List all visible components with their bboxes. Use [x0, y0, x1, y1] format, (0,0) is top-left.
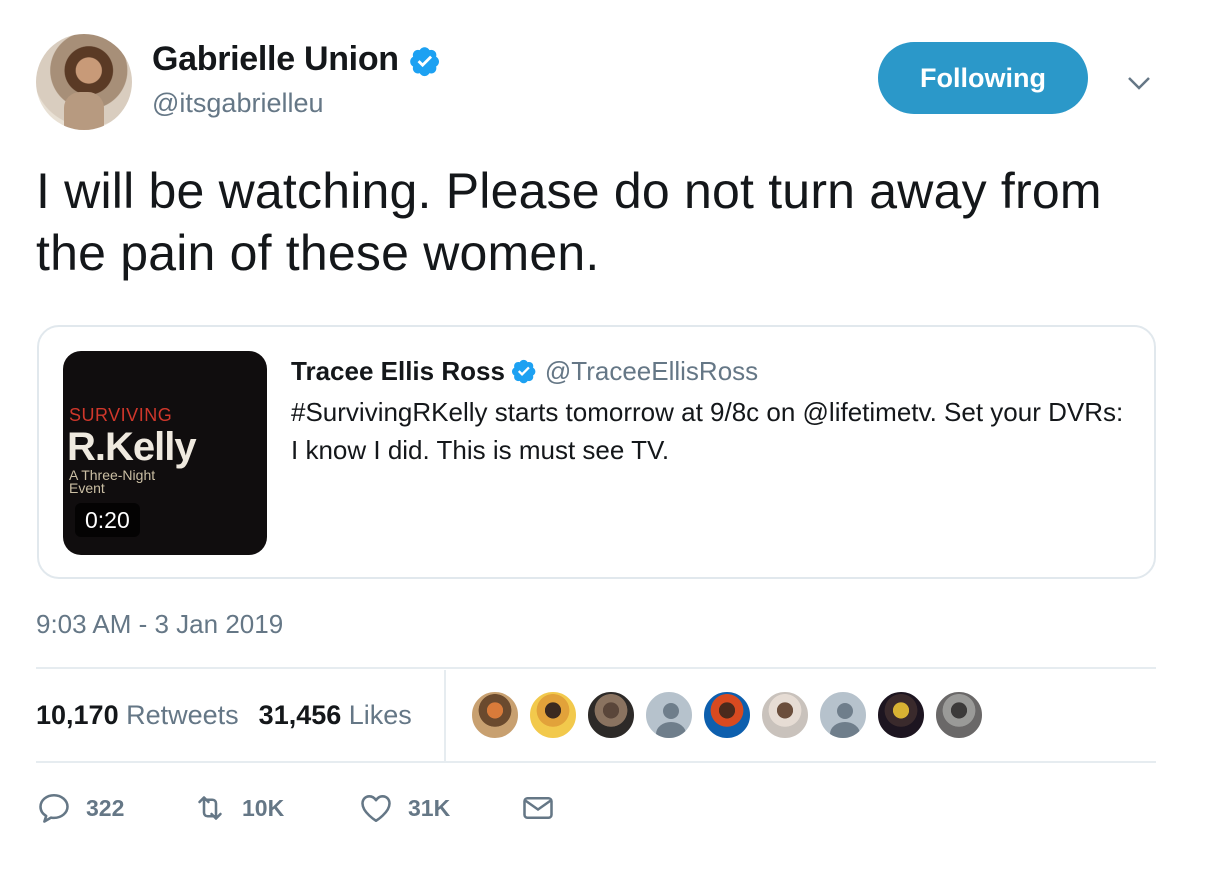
retweet-icon: [198, 796, 222, 820]
verified-badge-icon: [511, 359, 536, 384]
envelope-icon: [523, 796, 553, 820]
liker-avatar[interactable]: [818, 690, 868, 740]
profile-avatar[interactable]: [36, 34, 132, 130]
video-subtitle: A Three-Night Event: [69, 467, 156, 496]
liker-avatar[interactable]: [586, 690, 636, 740]
heart-icon: [361, 795, 391, 823]
quoted-author-row[interactable]: Tracee Ellis Ross @TraceeEllisRoss: [291, 356, 758, 387]
engagement-stats: 10,170 Retweets 31,456 Likes: [36, 700, 412, 731]
divider-top: [36, 667, 1156, 669]
liker-avatar[interactable]: [876, 690, 926, 740]
direct-message-action[interactable]: [520, 790, 556, 826]
liker-avatar[interactable]: [702, 690, 752, 740]
video-duration-badge: 0:20: [75, 503, 140, 537]
quoted-tweet-card[interactable]: SURVIVING R.Kelly A Three-Night Event 0:…: [37, 325, 1156, 579]
like-count: 31K: [408, 794, 451, 821]
tweet-text: I will be watching. Please do not turn a…: [36, 163, 1102, 281]
retweets-label: Retweets: [126, 700, 239, 730]
chevron-down-icon[interactable]: [1124, 68, 1154, 98]
quoted-author-handle[interactable]: @TraceeEllisRoss: [545, 356, 758, 386]
retweet-action[interactable]: 10K: [192, 790, 284, 826]
likers-avatars: [470, 690, 992, 740]
stats-separator: [444, 670, 446, 762]
retweets-stat[interactable]: 10,170 Retweets: [36, 700, 239, 730]
reply-icon: [39, 793, 69, 823]
likes-label: Likes: [348, 700, 412, 730]
following-button[interactable]: Following: [878, 42, 1088, 114]
verified-badge-icon: [409, 47, 439, 77]
liker-avatar[interactable]: [470, 690, 520, 740]
divider-bottom: [36, 761, 1156, 763]
author-display-name[interactable]: Gabrielle Union: [152, 40, 399, 78]
quoted-tweet-text: #SurvivingRKelly starts tomorrow at 9/8c…: [291, 397, 1124, 465]
liker-avatar[interactable]: [528, 690, 578, 740]
liker-avatar[interactable]: [934, 690, 984, 740]
reply-count: 322: [86, 794, 125, 821]
reply-action[interactable]: 322: [36, 790, 124, 826]
video-title-line2: R.Kelly: [67, 425, 197, 469]
like-action[interactable]: 31K: [358, 790, 450, 826]
retweet-count: 10K: [242, 794, 285, 821]
retweets-count: 10,170: [36, 700, 119, 730]
tweet-timestamp[interactable]: 9:03 AM - 3 Jan 2019: [36, 609, 283, 640]
video-thumbnail[interactable]: SURVIVING R.Kelly A Three-Night Event 0:…: [63, 351, 267, 555]
author-handle[interactable]: @itsgabrielleu: [152, 88, 324, 119]
author-name-row[interactable]: Gabrielle Union: [152, 40, 441, 79]
likes-count: 31,456: [258, 700, 342, 730]
liker-avatar[interactable]: [644, 690, 694, 740]
video-title-line1: SURVIVING: [69, 405, 173, 425]
liker-avatar[interactable]: [760, 690, 810, 740]
quoted-author-name[interactable]: Tracee Ellis Ross: [291, 356, 505, 386]
likes-stat[interactable]: 31,456 Likes: [259, 700, 412, 730]
